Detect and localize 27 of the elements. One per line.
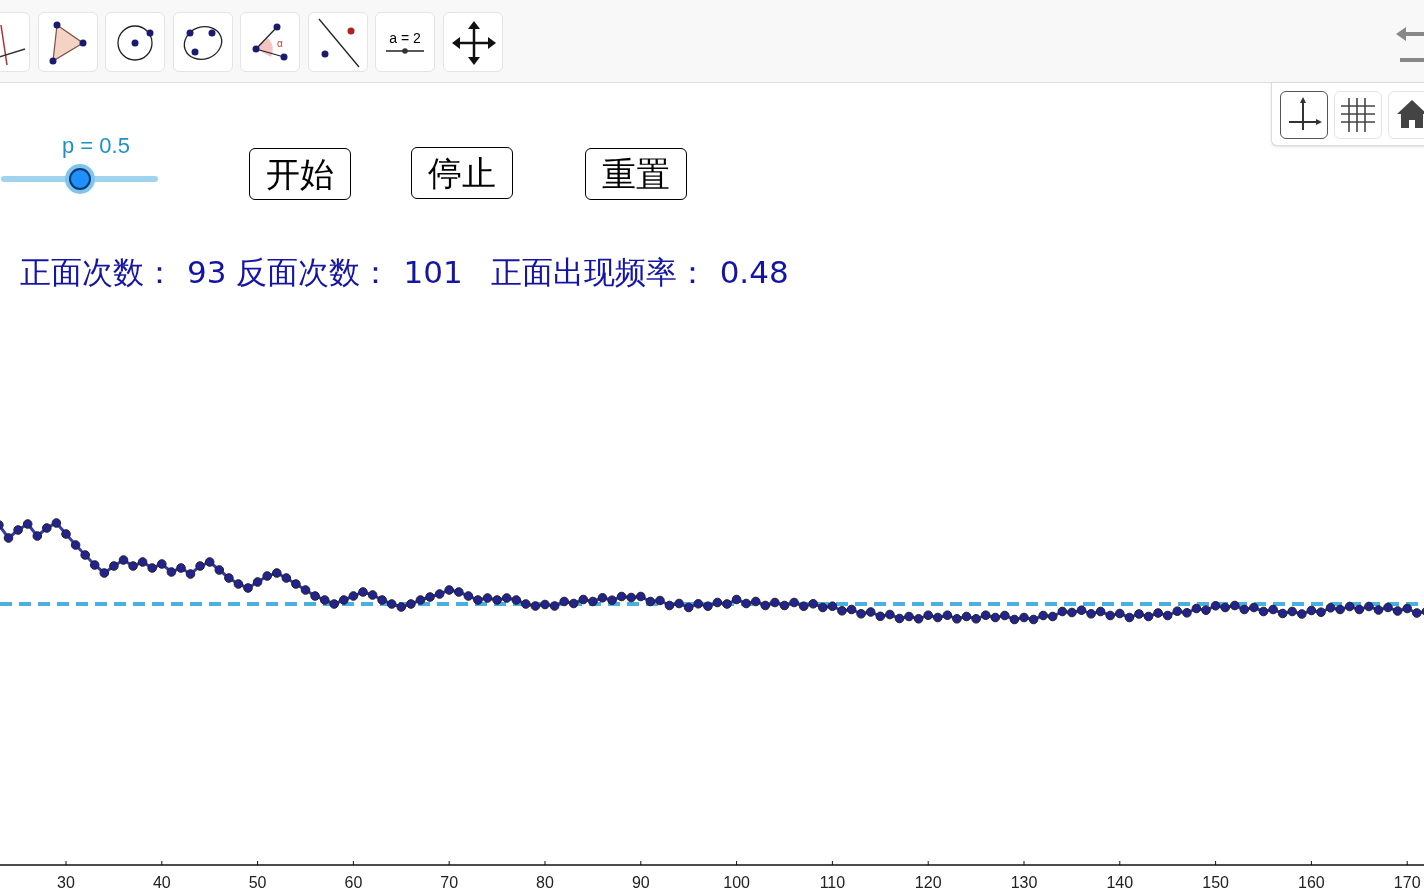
stat-label: 正面次数： xyxy=(20,257,175,288)
action-button[interactable]: 开始 xyxy=(249,148,351,200)
tick-label: 170 xyxy=(1393,874,1421,890)
tick-label: 150 xyxy=(1202,874,1229,890)
tick-label: 50 xyxy=(248,874,267,890)
stat-label: 正面出现频率： xyxy=(490,257,708,288)
tick-label: 160 xyxy=(1298,874,1325,890)
tick-label: 140 xyxy=(1106,874,1134,890)
tick-label: 60 xyxy=(344,874,363,890)
tick-label: 40 xyxy=(152,874,171,890)
stat-label: 反面次数： xyxy=(236,257,392,288)
tick-label: 90 xyxy=(631,874,650,890)
tick-label: 130 xyxy=(1010,874,1038,890)
tick-label: 30 xyxy=(57,874,75,890)
stat-value: 0.48 xyxy=(719,257,789,288)
action-button[interactable]: 停止 xyxy=(411,147,513,199)
tick-label: 100 xyxy=(723,874,750,890)
tool-button[interactable]: α xyxy=(240,12,300,72)
stat-value: 101 xyxy=(403,257,463,288)
tool-button[interactable]: a = 2 xyxy=(375,12,435,72)
tick-label: 110 xyxy=(819,874,846,890)
tick-label: 80 xyxy=(536,874,554,890)
tick-label: 70 xyxy=(440,874,459,890)
tick-label: 120 xyxy=(914,874,942,890)
slider-label: p = 0.5 xyxy=(62,135,130,157)
stat-value: 93 xyxy=(187,257,227,288)
action-button[interactable]: 重置 xyxy=(585,148,687,200)
